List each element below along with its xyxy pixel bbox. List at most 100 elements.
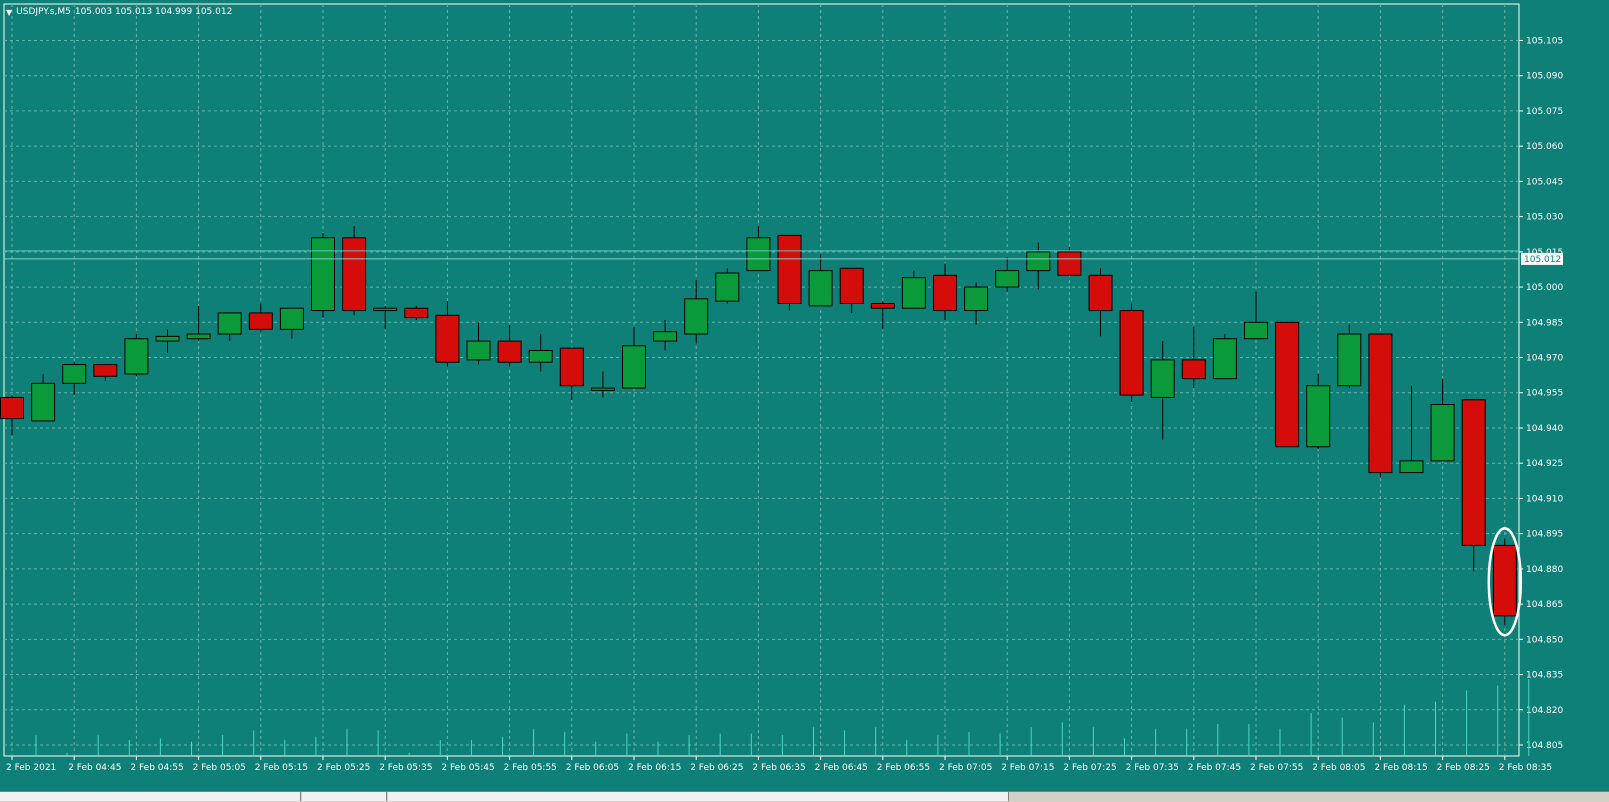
x-tick-label: 2 Feb 08:15 — [1374, 763, 1427, 773]
bear-candle[interactable] — [777, 234, 802, 305]
x-tick-label: 2 Feb 05:45 — [441, 763, 494, 773]
bull-candle[interactable] — [746, 237, 771, 272]
x-tick-label: 2 Feb 07:45 — [1188, 763, 1241, 773]
bear-candle[interactable] — [870, 303, 895, 309]
bear-candle[interactable] — [342, 237, 367, 312]
price-badge-label: 105.012 — [1524, 255, 1561, 265]
x-tick-label: 2 Feb 05:55 — [504, 763, 557, 773]
x-tick-label: 2 Feb 08:05 — [1312, 763, 1365, 773]
chart-tab[interactable] — [388, 792, 1009, 801]
bull-candle[interactable] — [715, 272, 740, 302]
x-tick-label: 2 Feb 05:25 — [317, 763, 370, 773]
bear-candle[interactable] — [93, 364, 118, 377]
x-tick-label: 2 Feb 04:45 — [68, 763, 121, 773]
bull-candle[interactable] — [1337, 333, 1362, 387]
y-tick-label: 104.940 — [1526, 424, 1563, 434]
x-tick-label: 2 Feb 05:35 — [379, 763, 432, 773]
bull-candle[interactable] — [1150, 359, 1175, 398]
x-tick-label: 2 Feb 07:05 — [939, 763, 992, 773]
price-chart[interactable]: 105.105 105.090 105.075 105.060 105.045 105.0… — [0, 0, 1609, 801]
bear-candle[interactable] — [1057, 251, 1082, 276]
bear-candle[interactable] — [435, 314, 460, 363]
x-tick-label: 2 Feb 04:55 — [130, 763, 183, 773]
y-tick-label: 104.865 — [1526, 600, 1563, 610]
bear-candle[interactable] — [1492, 544, 1517, 617]
chart-tab[interactable] — [302, 792, 387, 801]
bull-candle[interactable] — [684, 298, 709, 335]
bull-candle[interactable] — [62, 364, 87, 384]
y-tick-label: 104.805 — [1526, 741, 1563, 751]
bear-candle[interactable] — [559, 347, 584, 387]
bull-candle[interactable] — [901, 277, 926, 309]
bull-candle[interactable] — [311, 237, 335, 312]
bear-candle[interactable] — [248, 312, 273, 330]
y-tick-label: 104.850 — [1526, 635, 1563, 645]
bull-candle[interactable] — [964, 286, 989, 312]
bear-candle[interactable] — [497, 340, 522, 363]
bull-candle[interactable] — [590, 387, 615, 391]
bull-candle[interactable] — [217, 312, 242, 335]
x-tick-label: 2 Feb 07:35 — [1126, 763, 1179, 773]
bear-candle[interactable] — [1275, 321, 1300, 448]
y-tick-label: 104.925 — [1526, 459, 1563, 469]
y-tick-label: 104.910 — [1526, 494, 1563, 504]
y-tick-label: 105.090 — [1526, 72, 1563, 82]
bear-candle[interactable] — [404, 307, 429, 319]
y-tick-label: 105.000 — [1526, 283, 1563, 293]
y-tick-label: 105.060 — [1526, 142, 1563, 152]
y-tick-label: 104.820 — [1526, 706, 1563, 716]
y-tick-label: 104.955 — [1526, 389, 1563, 399]
bull-candle[interactable] — [466, 340, 491, 361]
ohlc-label: 105.003 105.013 104.999 105.012 — [74, 7, 233, 17]
bull-candle[interactable] — [1306, 385, 1331, 448]
bear-candle[interactable] — [1088, 274, 1113, 312]
chart-tab[interactable] — [0, 792, 301, 801]
y-tick-label: 105.045 — [1526, 177, 1563, 187]
symbol-label: USDJPY.s,M5 — [16, 7, 71, 17]
bull-candle[interactable] — [186, 333, 211, 340]
bull-candle[interactable] — [279, 307, 304, 330]
triangle-down-icon[interactable]: ▼ — [6, 8, 12, 17]
x-tick-label: 2 Feb 06:05 — [566, 763, 619, 773]
bull-candle[interactable] — [155, 335, 180, 342]
bull-candle[interactable] — [808, 270, 833, 307]
x-tick-label: 2 Feb 06:15 — [628, 763, 681, 773]
y-tick-label: 104.895 — [1526, 530, 1563, 540]
x-tick-label: 2 Feb 07:55 — [1250, 763, 1303, 773]
x-tick-label: 2 Feb 06:35 — [752, 763, 805, 773]
bull-candle[interactable] — [1212, 338, 1237, 380]
bear-candle[interactable] — [1119, 310, 1144, 396]
chart-window: 105.105 105.090 105.075 105.060 105.045 105.0… — [0, 0, 1609, 802]
bear-candle[interactable] — [1461, 399, 1486, 546]
y-tick-label: 104.985 — [1526, 318, 1563, 328]
bull-candle[interactable] — [31, 382, 56, 422]
x-tick-label: 2 Feb 05:15 — [255, 763, 308, 773]
x-tick-label: 2 Feb 07:15 — [1001, 763, 1054, 773]
x-tick-label: 2 Feb 06:25 — [690, 763, 743, 773]
x-tick-label: 2 Feb 2021 — [6, 763, 56, 773]
bear-candle[interactable] — [0, 396, 24, 420]
bull-candle[interactable] — [1399, 460, 1424, 474]
bull-candle[interactable] — [653, 331, 678, 342]
bull-candle[interactable] — [373, 307, 398, 312]
x-tick-label: 2 Feb 05:05 — [193, 763, 246, 773]
x-tick-label: 2 Feb 07:25 — [1063, 763, 1116, 773]
y-tick-label: 104.970 — [1526, 354, 1563, 364]
y-tick-label: 105.030 — [1526, 213, 1563, 223]
bull-candle[interactable] — [1430, 403, 1455, 462]
x-tick-label: 2 Feb 08:35 — [1499, 763, 1552, 773]
bear-candle[interactable] — [933, 274, 957, 312]
bull-candle[interactable] — [622, 345, 646, 389]
bull-candle[interactable] — [1026, 251, 1051, 272]
bull-candle[interactable] — [1244, 321, 1268, 340]
bull-candle[interactable] — [124, 338, 149, 375]
chart-tabs-bar — [0, 791, 1609, 802]
bear-candle[interactable] — [1368, 333, 1393, 474]
bull-candle[interactable] — [528, 349, 553, 363]
bear-candle[interactable] — [839, 267, 864, 305]
y-tick-label: 104.835 — [1526, 671, 1563, 681]
bear-candle[interactable] — [1181, 359, 1206, 380]
bull-candle[interactable] — [995, 270, 1020, 288]
y-tick-label: 105.105 — [1526, 36, 1563, 46]
y-tick-label: 104.880 — [1526, 565, 1563, 575]
